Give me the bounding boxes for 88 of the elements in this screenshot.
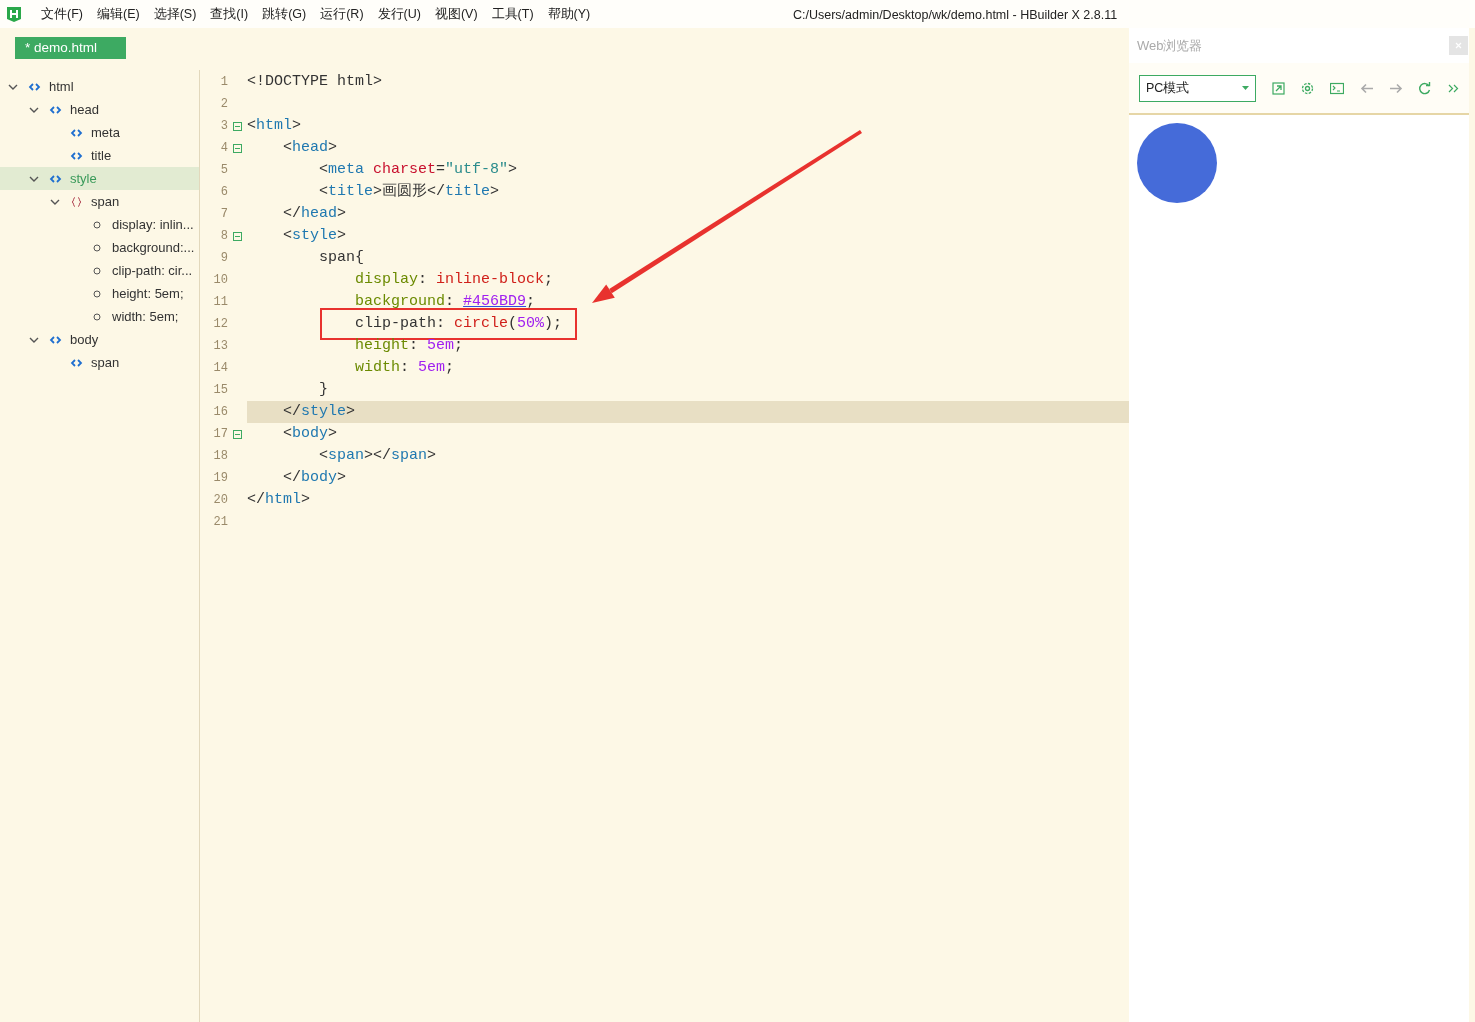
menu-item[interactable]: 运行(R) (320, 4, 364, 24)
line-number: 12 (212, 316, 228, 333)
line-number: 20 (212, 492, 228, 509)
braces-icon (70, 195, 83, 208)
outline-item[interactable]: display: inlin... (0, 213, 199, 236)
outline-item[interactable]: html (0, 75, 199, 98)
outline-item[interactable]: height: 5em; (0, 282, 199, 305)
code-tag-icon (28, 80, 41, 93)
code-line: </head> (282, 205, 347, 222)
circle-icon (91, 310, 104, 323)
line-number: 2 (219, 96, 228, 113)
line-number: 8 (219, 228, 228, 245)
outline-item[interactable]: background:... (0, 236, 199, 259)
line-number: 10 (212, 272, 228, 289)
code-line: width: 5em; (354, 359, 455, 376)
code-line: <body> (282, 425, 338, 442)
close-icon (1455, 42, 1462, 50)
menu-item[interactable]: 工具(T) (491, 4, 534, 24)
code-line: <style> (282, 227, 347, 244)
back-arrow-icon (1359, 81, 1374, 95)
menu-item[interactable]: 查找(I) (210, 4, 249, 24)
code-tag-icon (49, 172, 62, 185)
menu-item[interactable]: 选择(S) (153, 4, 197, 24)
code-line: clip-path: circle(50%); (354, 315, 563, 332)
panel-title: Web浏览器 (1137, 36, 1203, 55)
line-number: 5 (219, 162, 228, 179)
line-number: 14 (212, 360, 228, 377)
code-line: <head> (282, 139, 338, 156)
outline-item[interactable]: width: 5em; (0, 305, 199, 328)
circle-icon (91, 264, 104, 277)
code-line: <title>画圆形</title> (318, 183, 500, 200)
outline-item[interactable]: title (0, 144, 199, 167)
open-external-icon (1271, 81, 1286, 95)
line-number: 11 (212, 294, 228, 311)
code-tag-icon (49, 103, 62, 116)
code-tag-icon (70, 126, 83, 139)
line-number: 6 (219, 184, 228, 201)
outline-item[interactable]: head (0, 98, 199, 121)
line-number: 17 (212, 426, 228, 443)
terminal-icon (1330, 81, 1345, 95)
circle-icon (91, 287, 104, 300)
circle-icon (91, 218, 104, 231)
line-number: 7 (219, 206, 228, 223)
line-number: 13 (212, 338, 228, 355)
circle-icon (91, 241, 104, 254)
line-number: 3 (219, 118, 228, 135)
menu-item[interactable]: 发行(U) (377, 4, 421, 24)
settings-icon (1301, 81, 1316, 95)
code-tag-icon (70, 356, 83, 369)
close-button[interactable] (1449, 36, 1468, 55)
outline-item[interactable]: clip-path: cir... (0, 259, 199, 282)
code-line: height: 5em; (354, 337, 464, 354)
code-line: } (318, 381, 328, 398)
code-line: <html> (247, 117, 302, 134)
dropdown-caret-icon (1242, 86, 1250, 90)
code-tag-icon (49, 333, 62, 346)
code-line: </html> (247, 491, 311, 508)
refresh-icon (1418, 81, 1433, 95)
window-title: C:/Users/admin/Desktop/wk/demo.html - HBuilder X 2.8.11 (793, 7, 1118, 24)
mode-dropdown[interactable]: PC模式 (1139, 74, 1257, 102)
code-line: <span></span> (318, 447, 437, 464)
code-line: span{ (318, 249, 365, 266)
code-line: </style> (282, 403, 356, 420)
outline-item[interactable]: span (0, 351, 199, 374)
line-number: 16 (212, 404, 228, 421)
menu-item[interactable]: 帮助(Y) (547, 4, 591, 24)
line-number: 19 (212, 470, 228, 487)
line-number: 21 (212, 514, 228, 531)
menu-item[interactable]: 跳转(G) (262, 4, 307, 24)
code-line: display: inline-block; (354, 271, 554, 288)
code-line: background: #456BD9; (354, 293, 536, 310)
line-number: 4 (219, 140, 228, 157)
line-number: 18 (212, 448, 228, 465)
menu-item[interactable]: 编辑(E) (96, 4, 140, 24)
outline-item[interactable]: span (0, 190, 199, 213)
menu-item[interactable]: 文件(F) (41, 4, 83, 24)
line-number: 1 (219, 74, 228, 91)
outline-item[interactable]: body (0, 328, 199, 351)
line-number: 15 (212, 382, 228, 399)
code-line: <!DOCTYPE html> (247, 73, 383, 90)
forward-arrow-icon (1388, 81, 1403, 95)
code-tag-icon (70, 149, 83, 162)
menu-item[interactable]: 视图(V) (434, 4, 478, 24)
code-line: </body> (282, 469, 347, 486)
line-number: 9 (219, 250, 228, 267)
outline-item[interactable]: meta (0, 121, 199, 144)
app-logo-icon (7, 6, 21, 22)
code-line: <meta charset="utf-8"> (318, 161, 518, 178)
